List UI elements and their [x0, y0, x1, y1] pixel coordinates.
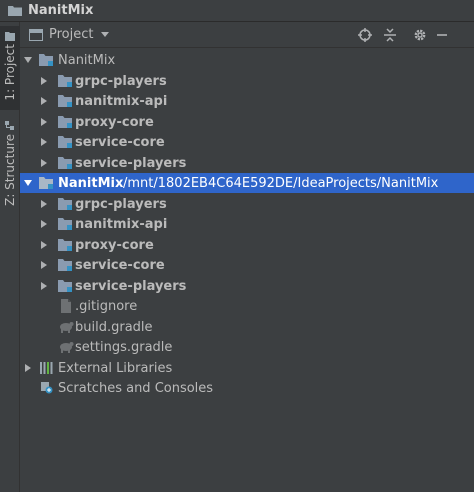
tree-item-label: grpc-players — [75, 196, 167, 212]
structure-tool-tab[interactable]: Z: Structure — [0, 116, 20, 212]
tree-row-module[interactable]: proxy-core — [20, 112, 474, 132]
chevron-right-icon[interactable] — [39, 199, 49, 209]
chevron-right-icon[interactable] — [39, 219, 49, 229]
collapse-all-icon[interactable] — [382, 27, 398, 43]
project-view-selector[interactable]: Project — [49, 27, 93, 42]
project-path: /mnt/1802EB4C64E592DE/IdeaProjects/Nanit… — [123, 175, 439, 191]
scratches-icon — [39, 381, 55, 395]
chevron-right-icon[interactable] — [39, 96, 49, 106]
tree-item-label: service-core — [75, 134, 165, 150]
project-tab-label: 1: Project — [3, 44, 17, 101]
chevron-down-icon[interactable] — [23, 178, 33, 188]
tree-item-label: service-players — [75, 155, 187, 171]
tree-item-label: Scratches and Consoles — [58, 380, 214, 396]
gradle-icon — [58, 340, 74, 354]
tree-row-scratches[interactable]: Scratches and Consoles — [20, 378, 474, 398]
module-folder-icon — [58, 94, 74, 108]
tree-row-module[interactable]: proxy-core — [20, 235, 474, 255]
tree-row-module[interactable]: nanitmix-api — [20, 214, 474, 234]
chevron-right-icon[interactable] — [39, 260, 49, 270]
chevron-right-icon[interactable] — [39, 158, 49, 168]
tree-row-module[interactable]: nanitmix-api — [20, 91, 474, 111]
chevron-down-icon[interactable] — [101, 32, 110, 37]
tree-item-label: .gitignore — [75, 298, 138, 314]
module-folder-icon — [58, 197, 74, 211]
project-panel-header: Project — [20, 22, 474, 48]
tree-row-root[interactable]: NanitMix — [20, 50, 474, 70]
window-title: NanitMix — [28, 3, 94, 18]
tree-item-label: proxy-core — [75, 114, 154, 130]
module-folder-icon — [58, 279, 74, 293]
module-folder-icon — [58, 135, 74, 149]
folder-icon — [8, 5, 22, 16]
project-view-icon — [29, 28, 43, 41]
tool-window-stripe: 1: Project Z: Structure — [0, 22, 20, 492]
tree-row-file[interactable]: settings.gradle — [20, 337, 474, 357]
module-folder-icon — [39, 176, 55, 190]
tree-row-module[interactable]: service-players — [20, 276, 474, 296]
tree-item-label: NanitMix — [58, 175, 124, 191]
tree-row-module[interactable]: service-core — [20, 132, 474, 152]
folder-icon — [5, 30, 15, 41]
module-folder-icon — [58, 74, 74, 88]
module-folder-icon — [58, 258, 74, 272]
tree-row-file[interactable]: build.gradle — [20, 317, 474, 337]
tree-row-module[interactable]: service-core — [20, 255, 474, 275]
module-folder-icon — [58, 115, 74, 129]
tree-row-file[interactable]: .gitignore — [20, 296, 474, 316]
chevron-right-icon[interactable] — [39, 281, 49, 291]
module-folder-icon — [39, 53, 55, 67]
tree-row-module[interactable]: service-players — [20, 153, 474, 173]
project-tool-tab[interactable]: 1: Project — [0, 26, 20, 110]
gear-icon[interactable] — [412, 27, 428, 43]
tree-item-label: service-core — [75, 257, 165, 273]
tree-item-label: nanitmix-api — [75, 93, 168, 109]
library-icon — [39, 361, 55, 375]
tree-row-external-libraries[interactable]: External Libraries — [20, 358, 474, 378]
tree-item-label: settings.gradle — [75, 339, 173, 355]
tree-item-label: NanitMix — [58, 52, 116, 68]
tree-item-label: External Libraries — [58, 360, 173, 376]
tree-row-root-selected[interactable]: NanitMix /mnt/1802EB4C64E592DE/IdeaProje… — [20, 173, 474, 193]
tree-row-module[interactable]: grpc-players — [20, 71, 474, 91]
tree-item-label: grpc-players — [75, 73, 167, 89]
file-icon — [58, 299, 74, 313]
chevron-right-icon[interactable] — [39, 76, 49, 86]
chevron-right-icon[interactable] — [23, 363, 33, 373]
hide-panel-icon[interactable] — [434, 27, 450, 43]
tree-row-module[interactable]: grpc-players — [20, 194, 474, 214]
structure-tab-label: Z: Structure — [3, 134, 17, 206]
window-title-bar: NanitMix — [0, 0, 474, 22]
structure-icon — [5, 120, 15, 130]
chevron-right-icon[interactable] — [39, 137, 49, 147]
chevron-right-icon[interactable] — [39, 240, 49, 250]
tree-item-label: build.gradle — [75, 319, 153, 335]
chevron-right-icon[interactable] — [39, 117, 49, 127]
tree-item-label: service-players — [75, 278, 187, 294]
chevron-down-icon[interactable] — [23, 55, 33, 65]
gradle-icon — [58, 320, 74, 334]
module-folder-icon — [58, 217, 74, 231]
tree-item-label: nanitmix-api — [75, 216, 168, 232]
tree-item-label: proxy-core — [75, 237, 154, 253]
module-folder-icon — [58, 238, 74, 252]
module-folder-icon — [58, 156, 74, 170]
locate-file-icon[interactable] — [357, 27, 373, 43]
